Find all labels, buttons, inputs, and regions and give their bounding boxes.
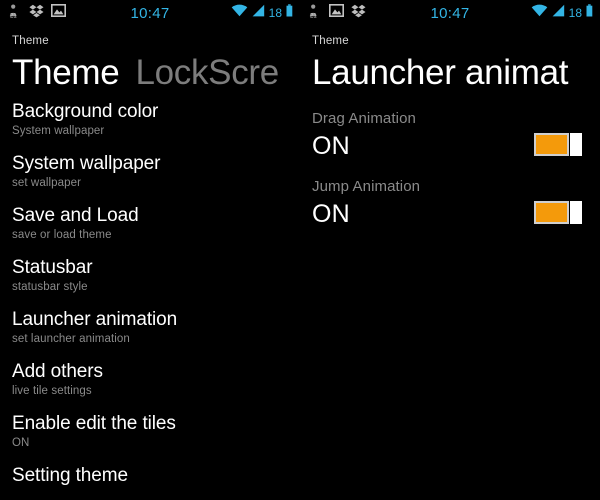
signal-bars-icon xyxy=(552,4,565,22)
list-item-system-wallpaper[interactable]: System wallpaper set wallpaper xyxy=(12,153,300,205)
list-item-enable-edit-the-tiles[interactable]: Enable edit the tiles ON xyxy=(12,413,300,465)
contacts-21-icon: 21 xyxy=(9,4,22,23)
left-statusbar-system-icons: 18 xyxy=(231,0,293,26)
wifi-icon xyxy=(531,4,548,22)
right-statusbar-clock: 10:47 xyxy=(430,4,470,22)
dropbox-icon xyxy=(351,4,366,23)
list-item-add-others[interactable]: Add others live tile settings xyxy=(12,361,300,413)
list-item-title: Background color xyxy=(12,101,159,122)
gallery-image-icon xyxy=(51,4,66,22)
wifi-icon xyxy=(231,4,248,22)
toggle-label: Drag Animation xyxy=(312,110,416,127)
toggle-row-jump-animation[interactable]: Jump Animation ON xyxy=(312,177,600,245)
list-item-subtitle: set launcher animation xyxy=(12,333,130,345)
list-item-title: Save and Load xyxy=(12,205,139,226)
list-item-save-and-load[interactable]: Save and Load save or load theme xyxy=(12,205,300,257)
left-statusbar: 21 10:47 18 xyxy=(0,0,300,26)
left-panel-theme-settings: 21 10:47 18 Theme Theme LockScre Backgro… xyxy=(0,0,300,500)
right-panel-launcher-animation: 21 10:47 18 Theme Launcher animat Drag A… xyxy=(300,0,600,500)
battery-percent-label: 18 xyxy=(268,6,282,20)
list-item-title: Setting theme xyxy=(12,465,128,486)
list-item-statusbar[interactable]: Statusbar statusbar style xyxy=(12,257,300,309)
list-item-subtitle: save or load theme xyxy=(12,229,112,241)
right-breadcrumb: Theme xyxy=(312,35,349,47)
gallery-image-icon xyxy=(329,4,344,22)
page-title: Launcher animat xyxy=(312,53,569,92)
switch-thumb xyxy=(570,201,582,224)
toggle-row-drag-animation[interactable]: Drag Animation ON xyxy=(312,109,600,177)
list-item-title: Statusbar xyxy=(12,257,93,278)
signal-bars-icon xyxy=(252,4,265,22)
switch-track xyxy=(534,133,569,156)
svg-text:21: 21 xyxy=(10,13,17,18)
tab-lockscreen[interactable]: LockScre xyxy=(135,53,279,93)
left-statusbar-clock: 10:47 xyxy=(130,4,170,22)
list-item-background-color[interactable]: Background color System wallpaper xyxy=(12,101,300,153)
list-item-title: Enable edit the tiles xyxy=(12,413,176,434)
battery-icon xyxy=(586,4,593,22)
right-statusbar-notification-icons: 21 xyxy=(300,4,366,23)
battery-icon xyxy=(286,4,293,22)
list-item-subtitle: statusbar style xyxy=(12,281,88,293)
contacts-21-icon: 21 xyxy=(309,4,322,23)
animation-toggle-list: Drag Animation ON Jump Animation ON xyxy=(300,93,600,245)
right-statusbar-system-icons: 18 xyxy=(531,0,593,26)
dual-screenshot-container: 21 10:47 18 Theme Theme LockScre Backgro… xyxy=(0,0,600,500)
toggle-label: Jump Animation xyxy=(312,178,421,195)
dropbox-icon xyxy=(29,4,44,23)
tab-theme[interactable]: Theme xyxy=(12,53,120,93)
list-item-title: System wallpaper xyxy=(12,153,161,174)
right-statusbar: 21 10:47 18 xyxy=(300,0,600,26)
left-statusbar-notification-icons: 21 xyxy=(0,4,66,23)
list-item-subtitle: ON xyxy=(12,437,30,449)
list-item-launcher-animation[interactable]: Launcher animation set launcher animatio… xyxy=(12,309,300,361)
switch-thumb xyxy=(570,133,582,156)
left-tab-bar: Theme LockScre xyxy=(0,47,300,93)
switch-track xyxy=(534,201,569,224)
svg-text:21: 21 xyxy=(310,13,317,18)
list-item-subtitle: live tile settings xyxy=(12,385,92,397)
right-title-row: Launcher animat xyxy=(300,47,600,93)
list-item-subtitle: set wallpaper xyxy=(12,177,82,189)
battery-percent-label: 18 xyxy=(568,6,582,20)
drag-animation-switch[interactable] xyxy=(534,133,582,156)
list-item-title: Launcher animation xyxy=(12,309,178,330)
jump-animation-switch[interactable] xyxy=(534,201,582,224)
theme-settings-list: Background color System wallpaper System… xyxy=(0,93,300,500)
list-item-title: Add others xyxy=(12,361,103,382)
left-breadcrumb: Theme xyxy=(12,35,49,47)
list-item-setting-theme[interactable]: Setting theme xyxy=(12,465,300,500)
list-item-subtitle: System wallpaper xyxy=(12,125,105,137)
